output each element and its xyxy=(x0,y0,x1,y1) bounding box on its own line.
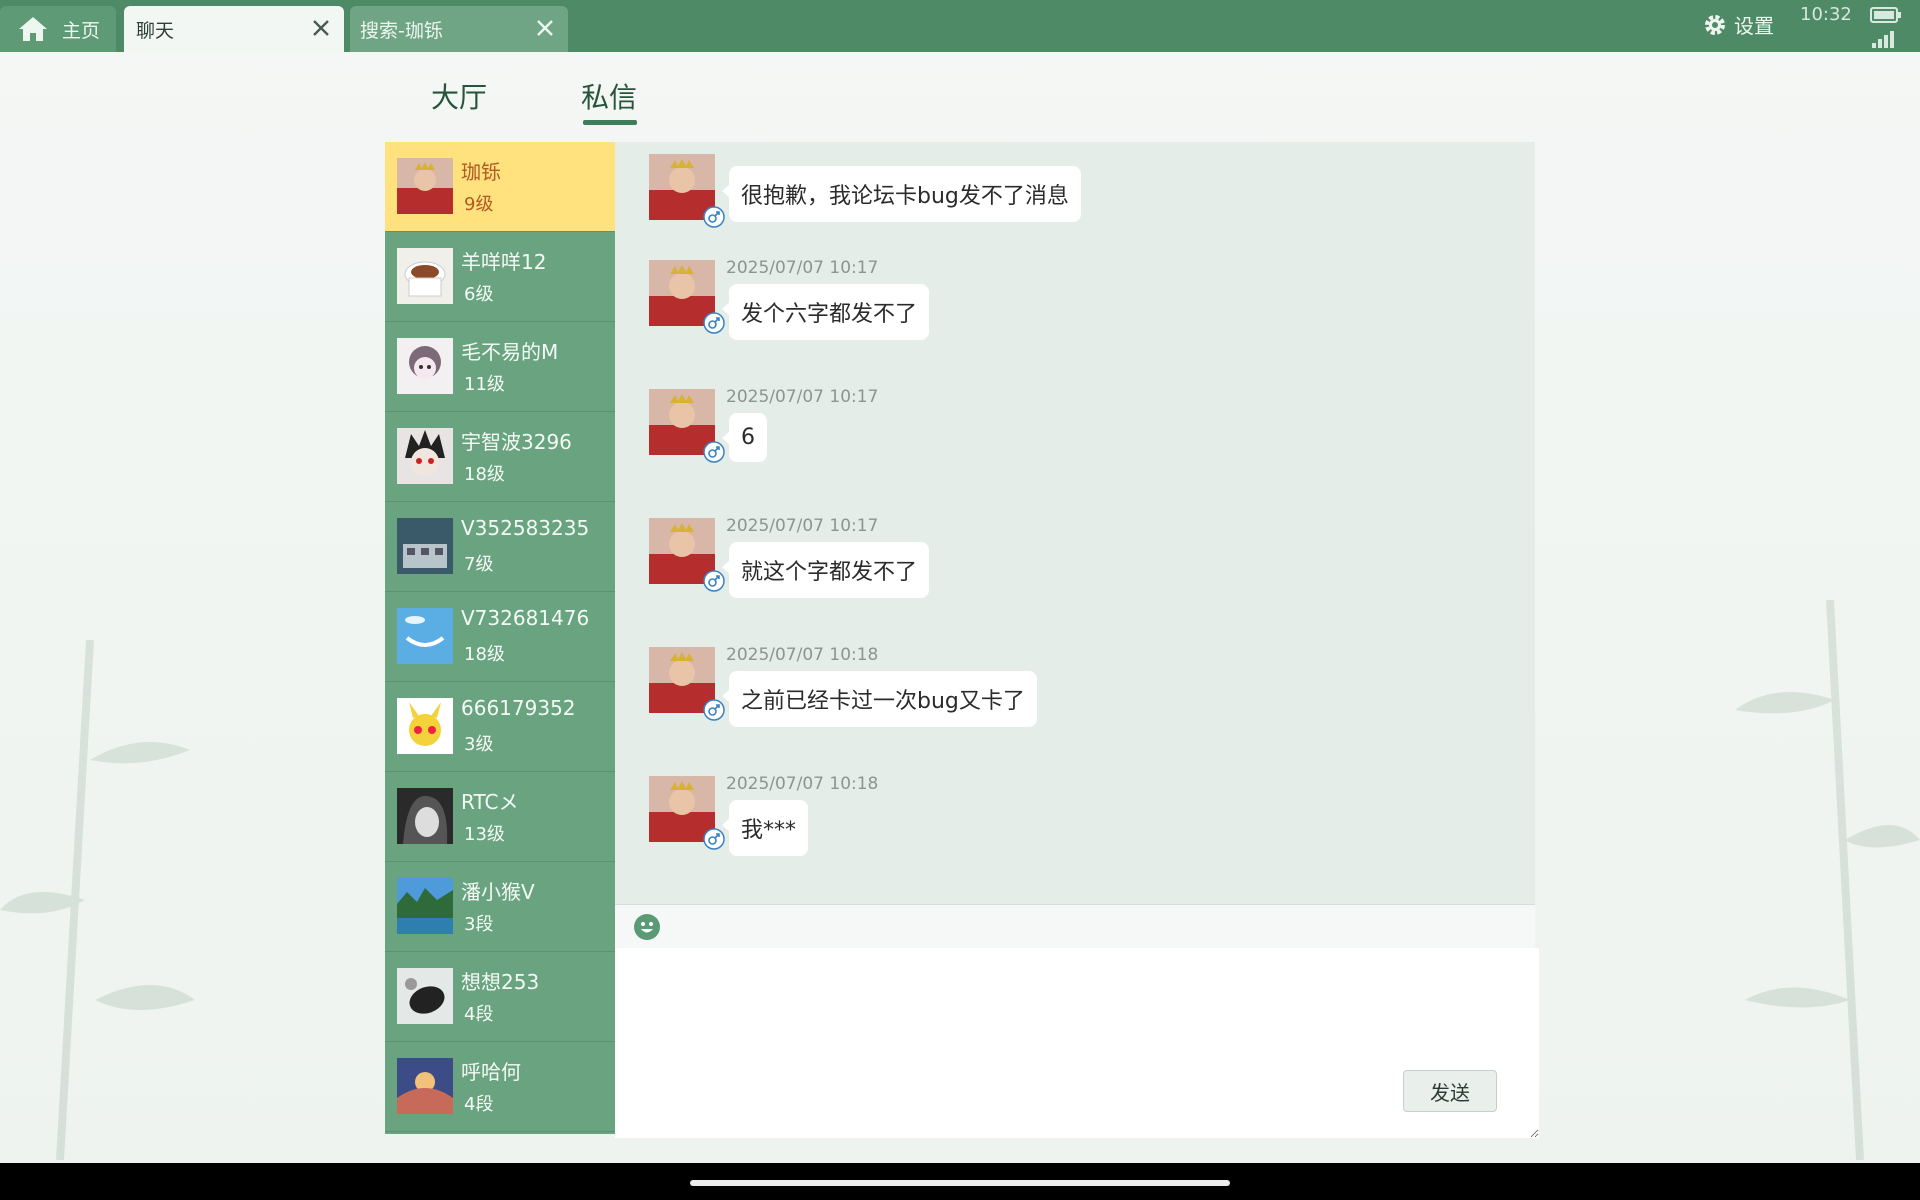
tab-label: 聊天 xyxy=(136,19,175,42)
contact-level: 9级 xyxy=(464,194,494,215)
home-indicator[interactable] xyxy=(690,1180,1230,1186)
tab-direct-messages[interactable]: 私信 xyxy=(581,76,637,116)
signal-icon xyxy=(1872,30,1896,48)
contact-name: 呼哈何 xyxy=(461,1060,521,1084)
send-button[interactable]: 发送 xyxy=(1403,1070,1497,1112)
contact-level: 4段 xyxy=(464,1094,494,1115)
tab-label: 搜索-珈铄 xyxy=(360,19,443,42)
composer-toolbar xyxy=(615,904,1535,949)
contact-item[interactable]: 羊咩咩12 6级 xyxy=(385,232,615,322)
contact-name: RTCメ xyxy=(461,790,519,814)
avatar xyxy=(397,788,453,844)
contact-item[interactable]: RTCメ 13级 xyxy=(385,772,615,862)
male-icon xyxy=(703,206,725,228)
contact-item[interactable]: 呼哈何 4段 xyxy=(385,1042,615,1132)
bamboo-left-decoration xyxy=(0,640,195,1160)
tab-home[interactable]: 主页 xyxy=(0,6,116,52)
avatar xyxy=(397,968,453,1024)
contact-item[interactable]: 666179352 3级 xyxy=(385,682,615,772)
message-bubble: 我*** xyxy=(721,800,809,856)
contact-level: 3段 xyxy=(464,914,494,935)
message-input[interactable] xyxy=(615,948,1539,1138)
message-bubble: 发个六字都发不了 xyxy=(721,284,930,340)
avatar xyxy=(397,158,453,214)
battery-icon xyxy=(1870,7,1901,23)
contact-level: 13级 xyxy=(464,824,505,845)
close-icon[interactable] xyxy=(534,17,556,39)
contact-item[interactable]: 想想253 4段 xyxy=(385,952,615,1042)
avatar xyxy=(397,518,453,574)
avatar xyxy=(397,698,453,754)
avatar xyxy=(397,1058,453,1114)
bamboo-right-decoration xyxy=(1735,600,1920,1160)
contact-level: 18级 xyxy=(464,644,505,665)
emoji-icon[interactable] xyxy=(633,913,661,941)
message-time: 2025/07/07 10:17 xyxy=(726,387,879,407)
message-bubble: 很抱歉，我论坛卡bug发不了消息 xyxy=(722,166,1081,222)
message-bubble: 之前已经卡过一次bug又卡了 xyxy=(722,671,1037,727)
message-bubble: 6 xyxy=(722,413,767,462)
gear-icon xyxy=(1705,14,1725,35)
contact-name: V352583235 xyxy=(461,516,590,540)
message-time: 2025/07/07 10:18 xyxy=(726,774,879,794)
chat-message-area[interactable]: 很抱歉，我论坛卡bug发不了消息 2025/07/07 10:17 发个六字都发… xyxy=(615,142,1535,904)
contact-level: 3级 xyxy=(464,734,494,755)
avatar xyxy=(397,248,453,304)
tab-search[interactable]: 搜索-珈铄 xyxy=(350,6,568,52)
contact-level: 6级 xyxy=(464,284,494,305)
contact-level: 4段 xyxy=(464,1004,494,1025)
close-icon[interactable] xyxy=(310,17,332,39)
contact-name: 毛不易的M xyxy=(461,340,559,364)
contact-level: 7级 xyxy=(464,554,494,575)
avatar xyxy=(397,428,453,484)
contact-item[interactable]: V352583235 7级 xyxy=(385,502,615,592)
top-bar: 主页 聊天 搜索-珈铄 设置 10:32 xyxy=(0,0,1920,52)
contact-level: 11级 xyxy=(464,374,505,395)
contact-item[interactable]: V732681476 18级 xyxy=(385,592,615,682)
contact-item[interactable]: 毛不易的M 11级 xyxy=(385,322,615,412)
avatar xyxy=(397,338,453,394)
contact-item[interactable]: 潘小猴V 3段 xyxy=(385,862,615,952)
settings-button[interactable]: 设置 xyxy=(1702,10,1774,39)
contact-name: 666179352 xyxy=(461,696,576,720)
contact-item[interactable]: 珈铄 9级 xyxy=(385,142,615,232)
avatar xyxy=(397,608,453,664)
home-icon xyxy=(19,17,47,41)
contact-list: 珈铄 9级 羊咩咩12 6级 毛不易的M 11级 宇智波3296 18级 V35… xyxy=(385,142,615,1134)
contact-name: 宇智波3296 xyxy=(461,430,572,454)
contact-name: 想想253 xyxy=(461,970,540,994)
status-time: 10:32 xyxy=(1800,4,1852,25)
contact-name: V732681476 xyxy=(461,606,590,630)
tab-hall[interactable]: 大厅 xyxy=(431,76,487,116)
contact-name: 羊咩咩12 xyxy=(461,250,547,274)
message-time: 2025/07/07 10:17 xyxy=(726,516,879,536)
message-time: 2025/07/07 10:17 xyxy=(726,258,879,278)
contact-name: 潘小猴V xyxy=(461,880,535,904)
contact-name: 珈铄 xyxy=(461,160,501,184)
tab-label: 主页 xyxy=(62,19,101,42)
message-time: 2025/07/07 10:18 xyxy=(726,645,879,665)
message-bubble: 就这个字都发不了 xyxy=(721,542,930,598)
active-tab-indicator xyxy=(583,120,637,125)
tab-chat[interactable]: 聊天 xyxy=(124,6,344,52)
avatar xyxy=(397,878,453,934)
settings-label: 设置 xyxy=(1734,14,1774,38)
contact-item[interactable]: 宇智波3296 18级 xyxy=(385,412,615,502)
contact-level: 18级 xyxy=(464,464,505,485)
